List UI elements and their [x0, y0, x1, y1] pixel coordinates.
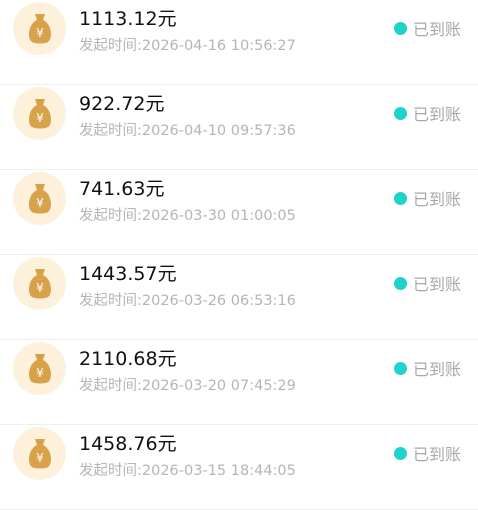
- list-item[interactable]: ¥ 922.72元 发起时间:2026-04-10 09:57:36 已到账: [0, 85, 478, 170]
- initiated-time: 发起时间:2026-04-10 09:57:36: [79, 123, 296, 139]
- status-text: 已到账: [413, 190, 462, 209]
- status-text: 已到账: [413, 20, 462, 39]
- svg-text:¥: ¥: [36, 26, 44, 40]
- status-text: 已到账: [413, 275, 462, 294]
- initiated-time: 发起时间:2026-03-20 07:45:29: [79, 378, 296, 394]
- initiated-time: 发起时间:2026-03-26 06:53:16: [79, 293, 296, 309]
- svg-text:¥: ¥: [36, 196, 44, 210]
- status-badge: 已到账: [394, 18, 462, 39]
- money-bag-icon: ¥: [13, 257, 66, 310]
- status-badge: 已到账: [394, 443, 462, 464]
- initiated-time: 发起时间:2026-03-30 01:00:05: [79, 208, 296, 224]
- amount: 1113.12元: [79, 8, 177, 30]
- status-dot-icon: [394, 276, 407, 290]
- list-item[interactable]: ¥ 2110.68元 发起时间:2026-03-20 07:45:29 已到账: [0, 340, 478, 425]
- amount: 741.63元: [79, 178, 165, 200]
- list-item[interactable]: ¥ 1443.57元 发起时间:2026-03-26 06:53:16 已到账: [0, 255, 478, 340]
- status-badge: 已到账: [394, 358, 462, 379]
- money-bag-icon: ¥: [13, 342, 66, 395]
- money-bag-icon: ¥: [13, 172, 66, 225]
- status-dot-icon: [394, 191, 407, 205]
- amount: 2110.68元: [79, 348, 177, 370]
- initiated-time: 发起时间:2026-04-16 10:56:27: [79, 38, 296, 54]
- status-dot-icon: [394, 21, 407, 35]
- status-text: 已到账: [413, 360, 462, 379]
- list-item[interactable]: ¥ 741.63元 发起时间:2026-03-30 01:00:05 已到账: [0, 170, 478, 255]
- svg-text:¥: ¥: [36, 281, 44, 295]
- status-dot-icon: [394, 361, 407, 375]
- money-bag-icon: ¥: [13, 427, 66, 480]
- status-badge: 已到账: [394, 103, 462, 124]
- status-text: 已到账: [413, 105, 462, 124]
- list-item[interactable]: ¥ 1458.76元 发起时间:2026-03-15 18:44:05 已到账: [0, 425, 478, 510]
- list-item[interactable]: ¥ 1113.12元 发起时间:2026-04-16 10:56:27 已到账: [0, 0, 478, 85]
- initiated-time: 发起时间:2026-03-15 18:44:05: [79, 463, 296, 479]
- amount: 1458.76元: [79, 433, 177, 455]
- withdrawal-record-list: ¥ 1113.12元 发起时间:2026-04-16 10:56:27 已到账 …: [0, 0, 478, 510]
- svg-text:¥: ¥: [36, 451, 44, 465]
- money-bag-icon: ¥: [13, 87, 66, 140]
- svg-text:¥: ¥: [36, 366, 44, 380]
- amount: 1443.57元: [79, 263, 177, 285]
- svg-text:¥: ¥: [36, 111, 44, 125]
- amount: 922.72元: [79, 93, 165, 115]
- status-text: 已到账: [413, 445, 462, 464]
- status-dot-icon: [394, 106, 407, 120]
- status-badge: 已到账: [394, 188, 462, 209]
- status-dot-icon: [394, 446, 407, 460]
- money-bag-icon: ¥: [13, 2, 66, 55]
- status-badge: 已到账: [394, 273, 462, 294]
